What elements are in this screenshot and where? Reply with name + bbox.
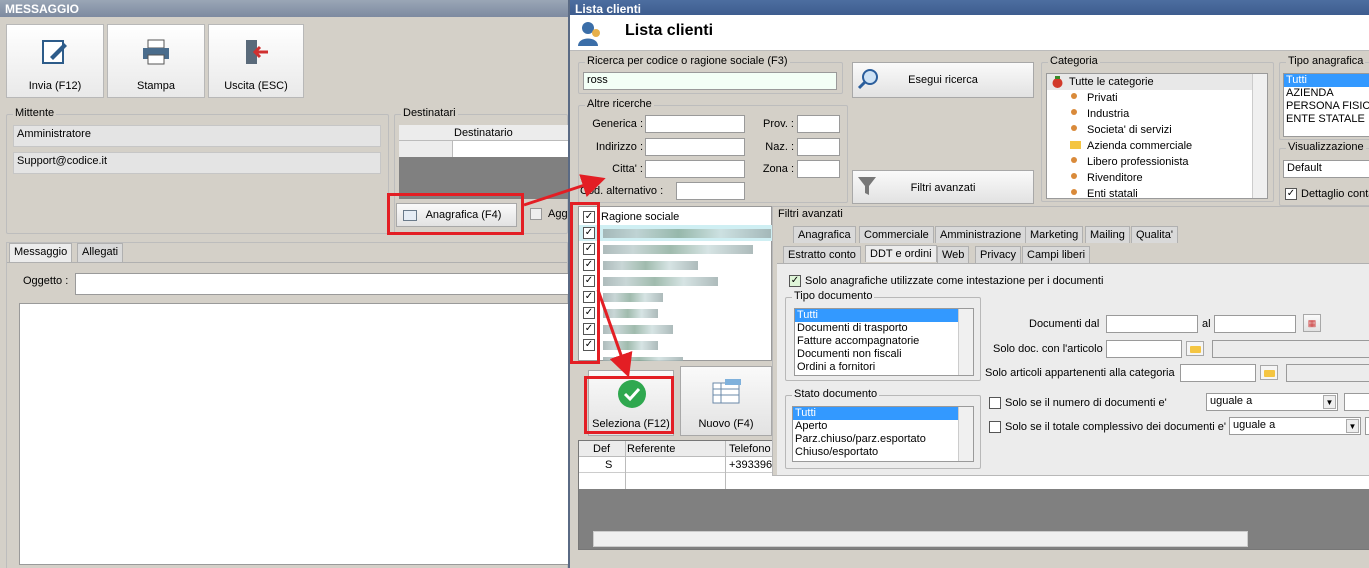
annotation-arrows: [523, 174, 633, 378]
arrow-to-seleziona: [596, 289, 633, 378]
arrow-to-list: [523, 174, 606, 207]
